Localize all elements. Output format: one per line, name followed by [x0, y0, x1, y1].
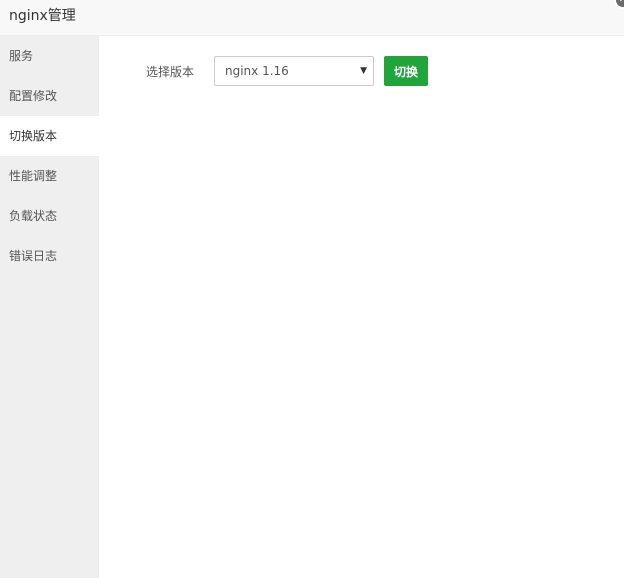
- sidebar-item-config[interactable]: 配置修改: [0, 76, 99, 116]
- sidebar-item-label: 服务: [9, 49, 34, 63]
- switch-version-button[interactable]: 切换: [384, 56, 429, 86]
- sidebar-item-service[interactable]: 服务: [0, 36, 99, 76]
- sidebar: 服务 配置修改 切换版本 性能调整 负载状态 错误日志: [0, 36, 99, 578]
- titlebar: nginx管理 ✕: [0, 0, 624, 36]
- sidebar-item-switch-version[interactable]: 切换版本: [0, 116, 99, 156]
- sidebar-item-load-status[interactable]: 负载状态: [0, 196, 99, 236]
- nginx-manager-window: nginx管理 ✕ 服务 配置修改 切换版本 性能调整 负载状态 错误日志 选择…: [0, 0, 624, 578]
- sidebar-item-label: 错误日志: [9, 249, 58, 263]
- sidebar-item-label: 性能调整: [9, 169, 58, 183]
- version-label: 选择版本: [146, 64, 195, 79]
- sidebar-item-performance[interactable]: 性能调整: [0, 156, 99, 196]
- caret-down-icon: ▼: [360, 66, 367, 76]
- version-select-value: nginx 1.16: [225, 64, 289, 78]
- sidebar-item-label: 切换版本: [9, 129, 58, 143]
- sidebar-item-label: 负载状态: [9, 209, 58, 223]
- close-icon[interactable]: ✕: [614, 0, 624, 9]
- sidebar-item-error-log[interactable]: 错误日志: [0, 236, 99, 276]
- sidebar-item-label: 配置修改: [9, 89, 58, 103]
- main-content: 选择版本 nginx 1.16 ▼ 切换: [99, 36, 624, 578]
- window-title: nginx管理: [9, 8, 76, 24]
- version-form-row: 选择版本 nginx 1.16 ▼ 切换: [146, 56, 429, 86]
- version-select[interactable]: nginx 1.16 ▼: [214, 56, 374, 86]
